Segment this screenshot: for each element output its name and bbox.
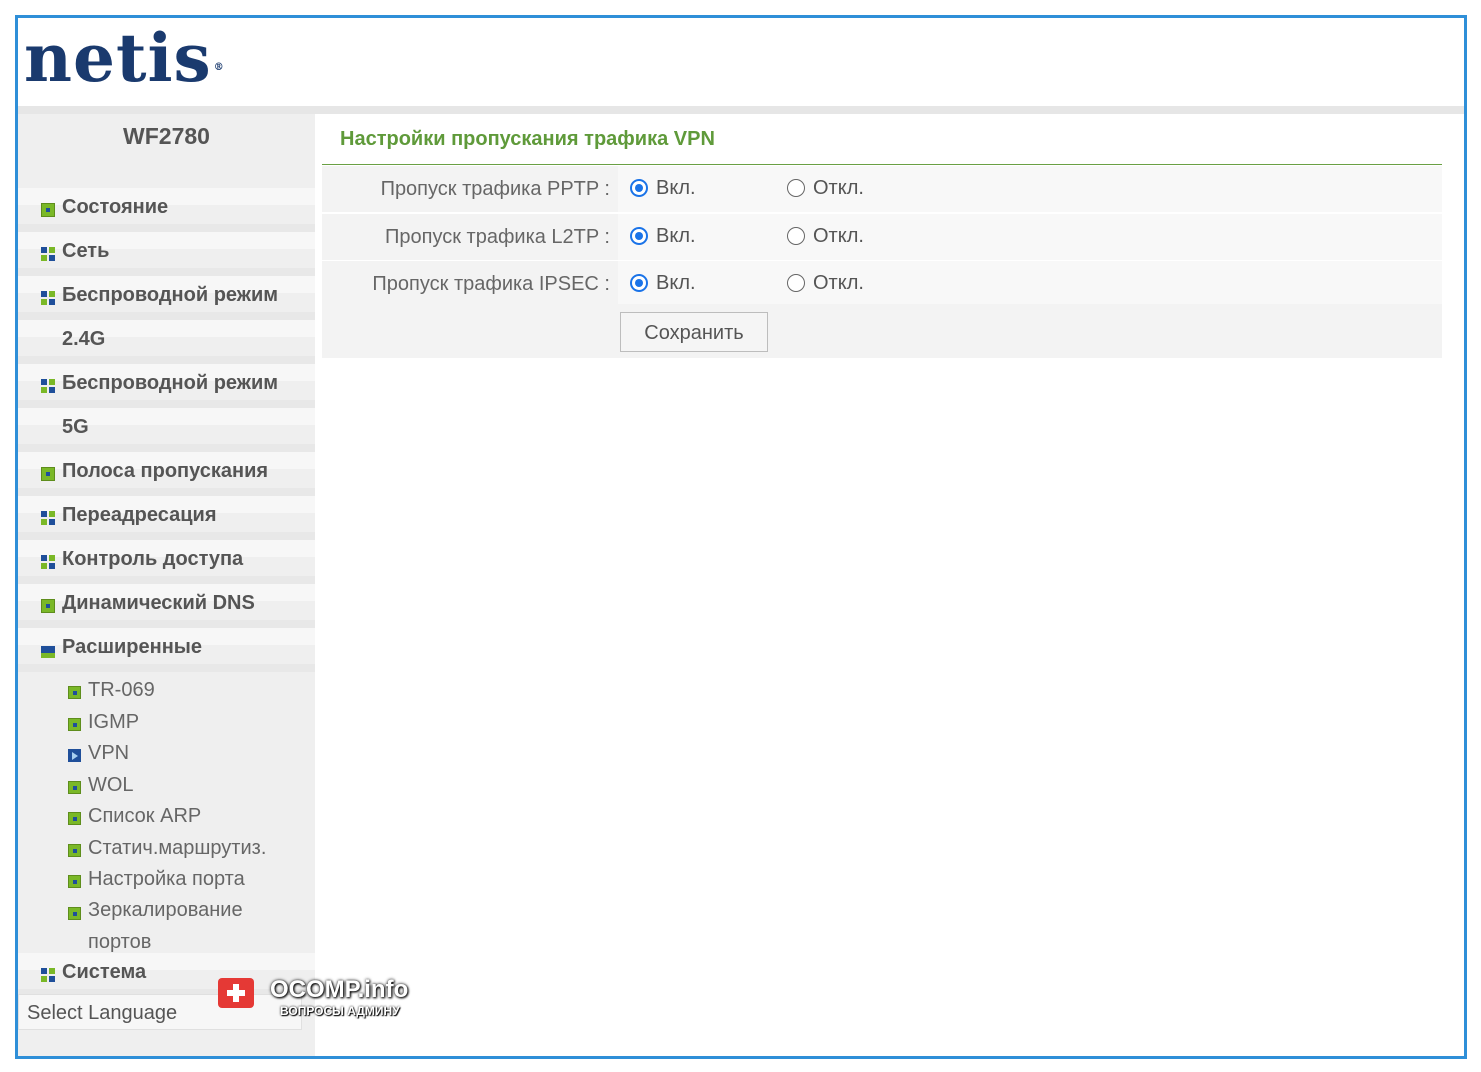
sidebar-item-label: Беспроводной режим — [62, 284, 279, 306]
plus-box-icon — [41, 467, 55, 481]
sidebar: WF2780 Состояние Сеть Беспроводной режим… — [18, 114, 315, 1056]
pptp-off-label: Откл. — [813, 177, 864, 199]
sidebar-item-access-control[interactable]: Контроль доступа — [18, 540, 315, 584]
l2tp-row: Пропуск трафика L2TP : Вкл. Откл. — [322, 214, 1442, 260]
pptp-on-label: Вкл. — [656, 177, 696, 199]
netis-logo: netis ® — [24, 19, 225, 97]
title-divider — [322, 164, 1442, 165]
plus-box-icon — [68, 686, 81, 699]
grid-icon — [41, 555, 55, 569]
grid-icon — [41, 967, 55, 982]
sidebar-item-label: Система — [62, 960, 147, 983]
grid-icon — [41, 379, 55, 393]
l2tp-off-radio[interactable] — [787, 227, 805, 245]
l2tp-on-label: Вкл. — [656, 225, 696, 247]
pptp-on-radio[interactable] — [630, 179, 648, 197]
submenu-item-igmp[interactable]: IGMP — [18, 708, 315, 740]
sidebar-item-label: 5G — [62, 416, 89, 438]
submenu-item-label: IGMP — [88, 710, 140, 733]
submenu-item-port-mirroring[interactable]: Зеркалирование портов — [18, 897, 315, 961]
minus-box-icon — [41, 646, 55, 658]
submenu-item-label: Статич.маршрутиз. — [88, 836, 267, 859]
router-admin-window: netis ® WF2780 Состояние Сеть Беспроводно… — [15, 15, 1467, 1059]
plus-box-icon — [41, 599, 55, 613]
submenu-item-static-routing[interactable]: Статич.маршрутиз. — [18, 834, 315, 866]
watermark: OCOMP.info ВОПРОСЫ АДМИНУ — [218, 976, 438, 1028]
l2tp-off-label: Откл. — [813, 225, 864, 247]
plus-box-icon — [68, 717, 81, 731]
main-content: Настройки пропускания трафика VPN Пропус… — [315, 114, 1464, 1056]
sidebar-item-bandwidth[interactable]: Полоса пропускания — [18, 452, 315, 496]
submenu-item-port-settings[interactable]: Настройка порта — [18, 865, 315, 897]
sidebar-item-forwarding[interactable]: Переадресация — [18, 496, 315, 540]
save-button[interactable]: Сохранить — [620, 312, 768, 352]
save-row: Сохранить — [322, 304, 1442, 358]
grid-icon — [41, 291, 55, 305]
submenu-item-label: TR-069 — [88, 679, 155, 701]
plus-box-icon — [68, 843, 81, 857]
arrow-right-icon — [68, 749, 81, 762]
sidebar-item-label: Сеть — [62, 240, 110, 262]
sidebar-item-wireless-5[interactable]: Беспроводной режим — [18, 364, 315, 408]
red-cross-icon — [218, 978, 254, 1008]
watermark-title: OCOMP.info — [270, 976, 409, 1003]
pptp-row: Пропуск трафика PPTP : Вкл. Откл. — [322, 166, 1442, 212]
submenu-item-vpn[interactable]: VPN — [18, 739, 315, 771]
sidebar-item-wireless-24[interactable]: Беспроводной режим — [18, 276, 315, 320]
submenu-item-arp[interactable]: Список ARP — [18, 802, 315, 834]
l2tp-label: Пропуск трафика L2TP : — [385, 226, 610, 248]
submenu-item-label: VPN — [88, 742, 130, 764]
submenu-item-label: Настройка порта — [88, 868, 245, 890]
ipsec-on-radio[interactable] — [630, 274, 648, 292]
watermark-subtitle: ВОПРОСЫ АДМИНУ — [280, 1004, 400, 1018]
advanced-submenu: TR-069 IGMP VPN WOL Список ARP Статич.ма… — [18, 672, 315, 961]
plus-box-icon — [68, 780, 81, 794]
sidebar-item-ddns[interactable]: Динамический DNS — [18, 584, 315, 628]
pptp-label: Пропуск трафика PPTP : — [380, 178, 610, 200]
model-name: WF2780 — [123, 123, 210, 149]
sidebar-item-label: Расширенные — [62, 636, 202, 658]
plus-box-icon — [68, 875, 81, 888]
submenu-item-label: WOL — [88, 773, 134, 796]
sidebar-item-advanced[interactable]: Расширенные — [18, 628, 315, 672]
l2tp-on-radio[interactable] — [630, 227, 648, 245]
plus-box-icon — [68, 812, 81, 825]
submenu-item-label: Зеркалирование портов — [88, 898, 243, 953]
pptp-off-radio[interactable] — [787, 179, 805, 197]
sidebar-item-status[interactable]: Состояние — [18, 188, 315, 232]
submenu-item-wol[interactable]: WOL — [18, 771, 315, 803]
submenu-item-tr069[interactable]: TR-069 — [18, 676, 315, 708]
sidebar-item-5g[interactable]: 5G — [18, 408, 315, 452]
sidebar-item-label: 2.4G — [62, 328, 106, 350]
sidebar-item-label: Контроль доступа — [62, 548, 244, 570]
sidebar-item-label: Динамический DNS — [62, 592, 255, 614]
ipsec-row: Пропуск трафика IPSEC : Вкл. Откл. — [322, 261, 1442, 307]
plus-box-icon — [41, 203, 55, 217]
ipsec-off-label: Откл. — [813, 272, 864, 294]
header-divider — [18, 106, 1464, 114]
grid-icon — [41, 247, 55, 261]
ipsec-on-label: Вкл. — [656, 272, 696, 294]
submenu-item-label: Список ARP — [88, 805, 202, 827]
sidebar-item-label: Полоса пропускания — [62, 460, 269, 482]
sidebar-item-label: Состояние — [62, 196, 169, 218]
sidebar-item-24g[interactable]: 2.4G — [18, 320, 315, 364]
sidebar-item-label: Беспроводной режим — [62, 372, 279, 394]
plus-box-icon — [68, 906, 81, 920]
grid-icon — [41, 511, 55, 525]
sidebar-item-network[interactable]: Сеть — [18, 232, 315, 276]
header: netis ® — [18, 18, 1464, 106]
ipsec-label: Пропуск трафика IPSEC : — [372, 273, 610, 295]
sidebar-menu: Состояние Сеть Беспроводной режим 2.4G Б… — [18, 188, 315, 997]
sidebar-item-label: Переадресация — [62, 504, 217, 526]
page-title: Настройки пропускания трафика VPN — [340, 128, 715, 150]
ipsec-off-radio[interactable] — [787, 274, 805, 292]
